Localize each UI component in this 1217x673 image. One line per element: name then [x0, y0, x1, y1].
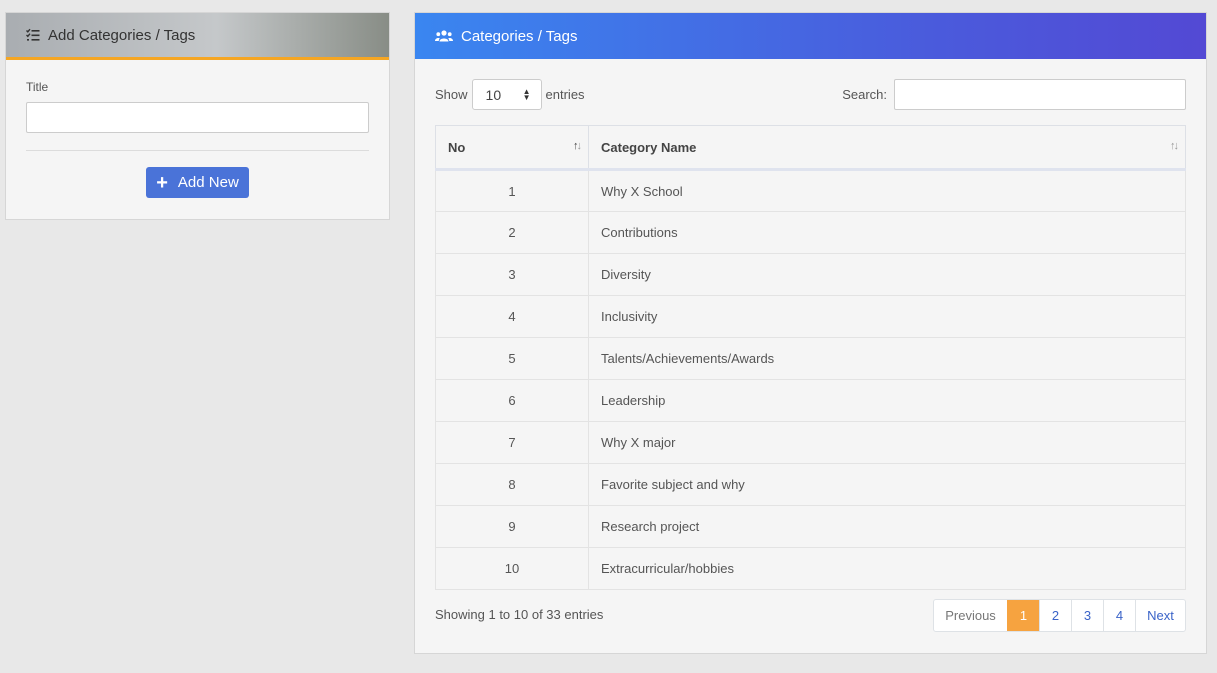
- category-name-cell: Diversity: [588, 253, 1186, 296]
- table-row: 2 Contributions: [435, 211, 1186, 254]
- row-number: 2: [435, 211, 589, 254]
- plus-icon: +: [156, 171, 168, 194]
- add-category-panel-header: Add Categories / Tags: [6, 13, 389, 60]
- table-row: 8 Favorite subject and why: [435, 463, 1186, 506]
- table-row: 1 Why X School: [435, 169, 1186, 212]
- search-label: Search:: [842, 87, 887, 102]
- entries-length-control: Show 10 ▲ ▼ entries: [435, 79, 585, 110]
- row-number: 1: [435, 169, 589, 212]
- title-field-label: Title: [26, 80, 49, 94]
- row-number: 3: [435, 253, 589, 296]
- column-header-no[interactable]: No ↑↓: [435, 125, 589, 171]
- category-name-cell: Talents/Achievements/Awards: [588, 337, 1186, 380]
- row-number: 7: [435, 421, 589, 464]
- row-number: 4: [435, 295, 589, 338]
- add-new-button[interactable]: + Add New: [146, 167, 249, 198]
- sort-caret-icon: ▲ ▼: [522, 86, 531, 102]
- pagination-page-4[interactable]: 4: [1103, 600, 1135, 631]
- categories-list-panel-title: Categories / Tags: [461, 27, 578, 45]
- title-input[interactable]: [26, 102, 369, 133]
- table-row: 6 Leadership: [435, 379, 1186, 422]
- show-label: Show: [435, 87, 468, 102]
- row-number: 5: [435, 337, 589, 380]
- column-header-category-name[interactable]: Category Name ↑↓: [588, 125, 1186, 171]
- pagination-page-2[interactable]: 2: [1039, 600, 1071, 631]
- form-divider: [26, 150, 369, 151]
- pagination: Previous 1 2 3 4 Next: [933, 599, 1186, 632]
- categories-list-panel: Categories / Tags Show 10 ▲ ▼ entries Sea…: [414, 12, 1207, 654]
- category-name-cell: Why X major: [588, 421, 1186, 464]
- row-number: 8: [435, 463, 589, 506]
- category-name-cell: Favorite subject and why: [588, 463, 1186, 506]
- table-row: 3 Diversity: [435, 253, 1186, 296]
- category-name-cell: Inclusivity: [588, 295, 1186, 338]
- column-header-category-name-label: Category Name: [601, 139, 697, 155]
- add-category-panel: Add Categories / Tags Title + Add New: [5, 12, 390, 220]
- pagination-next[interactable]: Next: [1135, 600, 1185, 631]
- category-name-cell: Why X School: [588, 169, 1186, 212]
- pagination-page-1[interactable]: 1: [1007, 600, 1039, 631]
- sort-arrows-icon: ↑↓: [573, 140, 582, 152]
- entries-label: entries: [545, 87, 585, 102]
- category-name-cell: Research project: [588, 505, 1186, 548]
- categories-table: No ↑↓ Category Name ↑↓ 1 Why X School 2 Co…: [435, 125, 1186, 590]
- table-search: Search:: [842, 79, 1186, 110]
- table-row: 9 Research project: [435, 505, 1186, 548]
- search-input[interactable]: [894, 79, 1186, 110]
- category-name-cell: Extracurricular/hobbies: [588, 547, 1186, 590]
- categories-list-panel-header: Categories / Tags: [415, 13, 1206, 59]
- category-name-cell: Contributions: [588, 211, 1186, 254]
- table-row: 10 Extracurricular/hobbies: [435, 547, 1186, 590]
- entries-per-page-value: 10: [485, 86, 502, 103]
- list-check-icon: [26, 28, 40, 41]
- add-category-panel-title: Add Categories / Tags: [48, 26, 196, 44]
- entries-per-page-select[interactable]: 10 ▲ ▼: [471, 79, 542, 110]
- row-number: 9: [435, 505, 589, 548]
- column-header-no-label: No: [448, 139, 466, 155]
- pagination-previous[interactable]: Previous: [934, 600, 1007, 631]
- table-row: 5 Talents/Achievements/Awards: [435, 337, 1186, 380]
- table-info: Showing 1 to 10 of 33 entries: [435, 607, 604, 622]
- sort-arrows-icon: ↑↓: [1170, 140, 1179, 152]
- table-row: 4 Inclusivity: [435, 295, 1186, 338]
- category-name-cell: Leadership: [588, 379, 1186, 422]
- add-new-button-label: Add New: [177, 174, 239, 191]
- row-number: 6: [435, 379, 589, 422]
- table-row: 7 Why X major: [435, 421, 1186, 464]
- pagination-page-3[interactable]: 3: [1071, 600, 1103, 631]
- users-icon: [435, 30, 453, 42]
- row-number: 10: [435, 547, 589, 590]
